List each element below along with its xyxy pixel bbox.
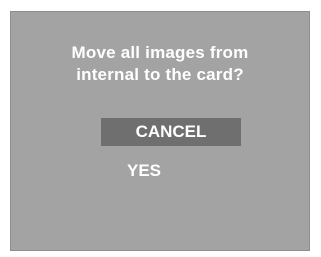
confirmation-message: Move all images from internal to the car… xyxy=(11,42,309,86)
camera-lcd-screen: Move all images from internal to the car… xyxy=(10,11,310,251)
yes-option[interactable]: YES xyxy=(101,157,241,185)
message-line-1: Move all images from xyxy=(71,43,249,62)
message-line-2: internal to the card? xyxy=(76,65,244,84)
cancel-option[interactable]: CANCEL xyxy=(101,118,241,146)
